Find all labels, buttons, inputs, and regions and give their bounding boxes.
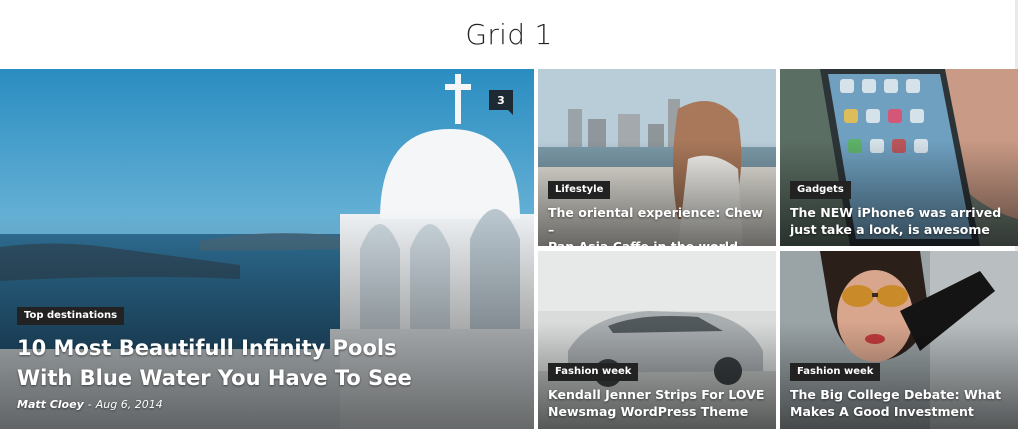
- category-badge[interactable]: Lifestyle: [548, 181, 611, 199]
- meta-separator: -: [87, 398, 92, 411]
- post-headline[interactable]: The Big College Debate: What Makes A Goo…: [790, 386, 1010, 420]
- post-headline[interactable]: The NEW iPhone6 was arrived just take a …: [790, 204, 1010, 238]
- headline-line: The Big College Debate: What: [790, 387, 1002, 402]
- headline-line: Makes A Good Investment: [790, 404, 974, 419]
- featured-headline[interactable]: 10 Most Beautifull Infinity Pools With B…: [17, 333, 412, 393]
- post-tile-lifestyle[interactable]: Lifestyle The oriental experience: Chew …: [538, 69, 776, 246]
- post-author[interactable]: Matt Cloey: [17, 398, 84, 411]
- post-tile-fashion-car[interactable]: Fashion week Kendall Jenner Strips For L…: [538, 251, 776, 429]
- post-meta: Matt Cloey - Aug 6, 2014: [17, 398, 163, 411]
- category-badge[interactable]: Fashion week: [790, 363, 881, 381]
- headline-line: just take a look, is awesome: [790, 222, 990, 237]
- page-title: Grid 1: [465, 18, 553, 51]
- category-badge[interactable]: Gadgets: [790, 181, 851, 199]
- category-badge[interactable]: Top destinations: [17, 307, 125, 325]
- post-date: Aug 6, 2014: [95, 398, 163, 411]
- headline-line: The oriental experience: Chew –: [548, 205, 763, 237]
- headline-line: 10 Most Beautifull Infinity Pools: [17, 336, 397, 360]
- featured-post-tile[interactable]: 3 Top destinations 10 Most Beautifull In…: [0, 69, 534, 429]
- post-headline[interactable]: Kendall Jenner Strips For LOVE Newsmag W…: [548, 386, 768, 420]
- headline-line: Kendall Jenner Strips For LOVE: [548, 387, 765, 402]
- category-badge[interactable]: Fashion week: [548, 363, 639, 381]
- headline-line: With Blue Water You Have To See: [17, 366, 412, 390]
- headline-line: Pan Asia Caffe in the world 2014: [548, 238, 768, 246]
- post-tile-gadgets[interactable]: Gadgets The NEW iPhone6 was arrived just…: [780, 69, 1018, 246]
- post-tile-fashion-sunglasses[interactable]: Fashion week The Big College Debate: Wha…: [780, 251, 1018, 429]
- headline-line: The NEW iPhone6 was arrived: [790, 205, 1002, 220]
- post-headline[interactable]: The oriental experience: Chew – Pan Asia…: [548, 204, 768, 246]
- headline-line: Newsmag WordPress Theme: [548, 404, 749, 419]
- comment-count-badge[interactable]: 3: [489, 90, 513, 115]
